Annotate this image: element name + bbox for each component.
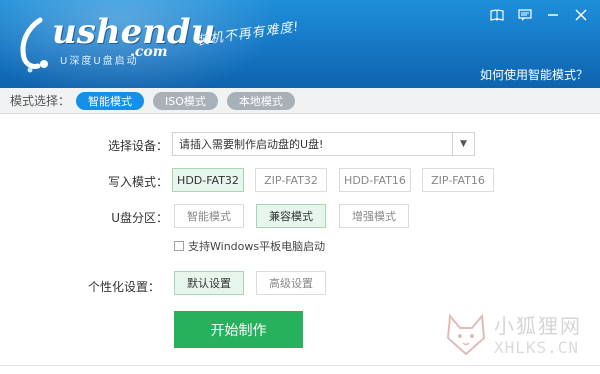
feedback-icon[interactable] xyxy=(514,6,536,24)
windows-tablet-option[interactable]: 支持Windows平板电脑启动 xyxy=(174,238,325,254)
window-controls xyxy=(486,6,592,24)
partition-compatible[interactable]: 兼容模式 xyxy=(256,204,326,228)
tab-local-mode[interactable]: 本地模式 xyxy=(226,91,295,110)
mode-label: 模式选择： xyxy=(10,94,71,108)
write-mode-zip-fat32[interactable]: ZIP-FAT32 xyxy=(255,168,327,192)
partition-enhanced[interactable]: 增强模式 xyxy=(339,204,409,228)
personalize-label: 个性化设置： xyxy=(87,280,160,294)
logo-dotcom: .com xyxy=(130,44,168,60)
logo-swoosh-icon xyxy=(20,17,48,73)
close-icon[interactable] xyxy=(570,6,592,24)
write-mode-hdd-fat32[interactable]: HDD-FAT32 xyxy=(172,168,244,192)
device-select[interactable]: 请插入需要制作启动盘的U盘! ▼ xyxy=(172,132,475,156)
write-mode-label: 写入模式： xyxy=(107,175,168,189)
mode-bar: 模式选择： 智能模式 ISO模式 本地模式 xyxy=(0,88,600,114)
tab-smart-mode[interactable]: 智能模式 xyxy=(76,91,145,110)
device-label: 选择设备： xyxy=(107,139,168,153)
device-select-value: 请插入需要制作启动盘的U盘! xyxy=(179,138,324,151)
write-mode-zip-fat16[interactable]: ZIP-FAT16 xyxy=(422,168,494,192)
watermark-en: XHLKS.CN xyxy=(494,338,580,357)
logo-subtitle: U深度U盘启动 xyxy=(60,56,139,67)
fox-logo-icon xyxy=(446,313,486,356)
start-button[interactable]: 开始制作 xyxy=(174,311,303,348)
personalize-advanced[interactable]: 高级设置 xyxy=(256,271,326,295)
windows-tablet-label: 支持Windows平板电脑启动 xyxy=(188,240,326,253)
partition-label: U盘分区： xyxy=(111,211,168,225)
minimize-icon[interactable] xyxy=(542,6,564,24)
tab-iso-mode[interactable]: ISO模式 xyxy=(153,91,218,110)
partition-smart[interactable]: 智能模式 xyxy=(174,204,244,228)
chevron-down-icon[interactable]: ▼ xyxy=(452,133,474,155)
write-mode-hdd-fat16[interactable]: HDD-FAT16 xyxy=(339,168,411,192)
windows-tablet-checkbox[interactable] xyxy=(174,241,184,251)
watermark: 小狐狸网 XHLKS.CN xyxy=(444,306,594,366)
app-header: ushendu U深度U盘启动 .com 装机不再有难度! 如何使用智能模式？ xyxy=(0,0,600,88)
book-icon[interactable] xyxy=(486,6,508,24)
personalize-default[interactable]: 默认设置 xyxy=(174,271,244,295)
watermark-cn: 小狐狸网 xyxy=(494,314,582,338)
help-link[interactable]: 如何使用智能模式？ xyxy=(480,66,588,83)
